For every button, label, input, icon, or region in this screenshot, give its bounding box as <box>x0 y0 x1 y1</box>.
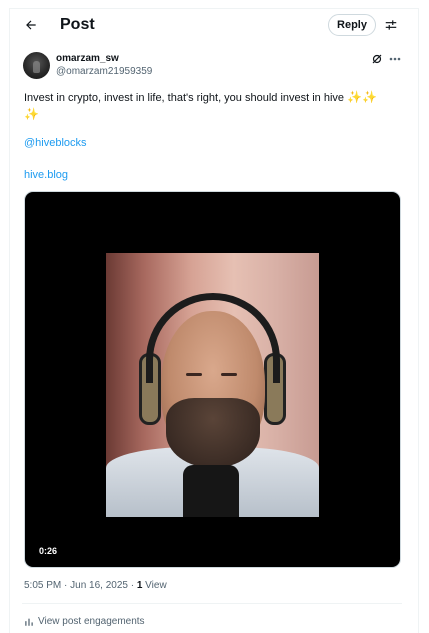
divider <box>22 603 402 604</box>
more-horizontal-icon[interactable] <box>387 52 403 66</box>
engagements-label: View post engagements <box>38 616 145 627</box>
post-timestamp[interactable]: 5:05 PM · Jun 16, 2025 · <box>24 580 137 591</box>
site-link[interactable]: hive.blog <box>24 169 68 181</box>
microphone <box>183 465 239 517</box>
video-duration: 0:26 <box>35 545 62 557</box>
sparkle-emoji: ✨ <box>24 107 39 121</box>
grok-icon[interactable] <box>370 52 384 66</box>
reply-button-label: Reply <box>337 19 367 31</box>
avatar[interactable] <box>23 52 50 79</box>
sliders-icon[interactable] <box>381 15 401 35</box>
view-engagements-link[interactable]: View post engagements <box>24 616 145 627</box>
post-body: Invest in crypto, invest in life, that's… <box>24 92 345 104</box>
author-display-name[interactable]: omarzam_sw <box>56 53 119 64</box>
post-meta: 5:05 PM · Jun 16, 2025 · 1 View <box>24 580 167 591</box>
video-player[interactable]: 0:26 <box>24 191 401 568</box>
reply-button[interactable]: Reply <box>328 14 376 36</box>
page-title: Post <box>60 16 95 33</box>
author-handle[interactable]: @omarzam21959359 <box>56 66 152 77</box>
mention-link[interactable]: @hiveblocks <box>24 137 87 149</box>
post-text: Invest in crypto, invest in life, that's… <box>24 89 404 123</box>
page-header: Post Reply <box>9 8 419 42</box>
video-thumbnail <box>106 253 319 517</box>
video-subject-beard <box>166 398 260 468</box>
headphone-band <box>146 293 280 383</box>
bar-chart-icon <box>24 617 34 627</box>
sparkles-emoji: ✨✨ <box>347 90 377 104</box>
view-label: View <box>142 580 167 591</box>
arrow-left-icon[interactable] <box>20 14 42 36</box>
